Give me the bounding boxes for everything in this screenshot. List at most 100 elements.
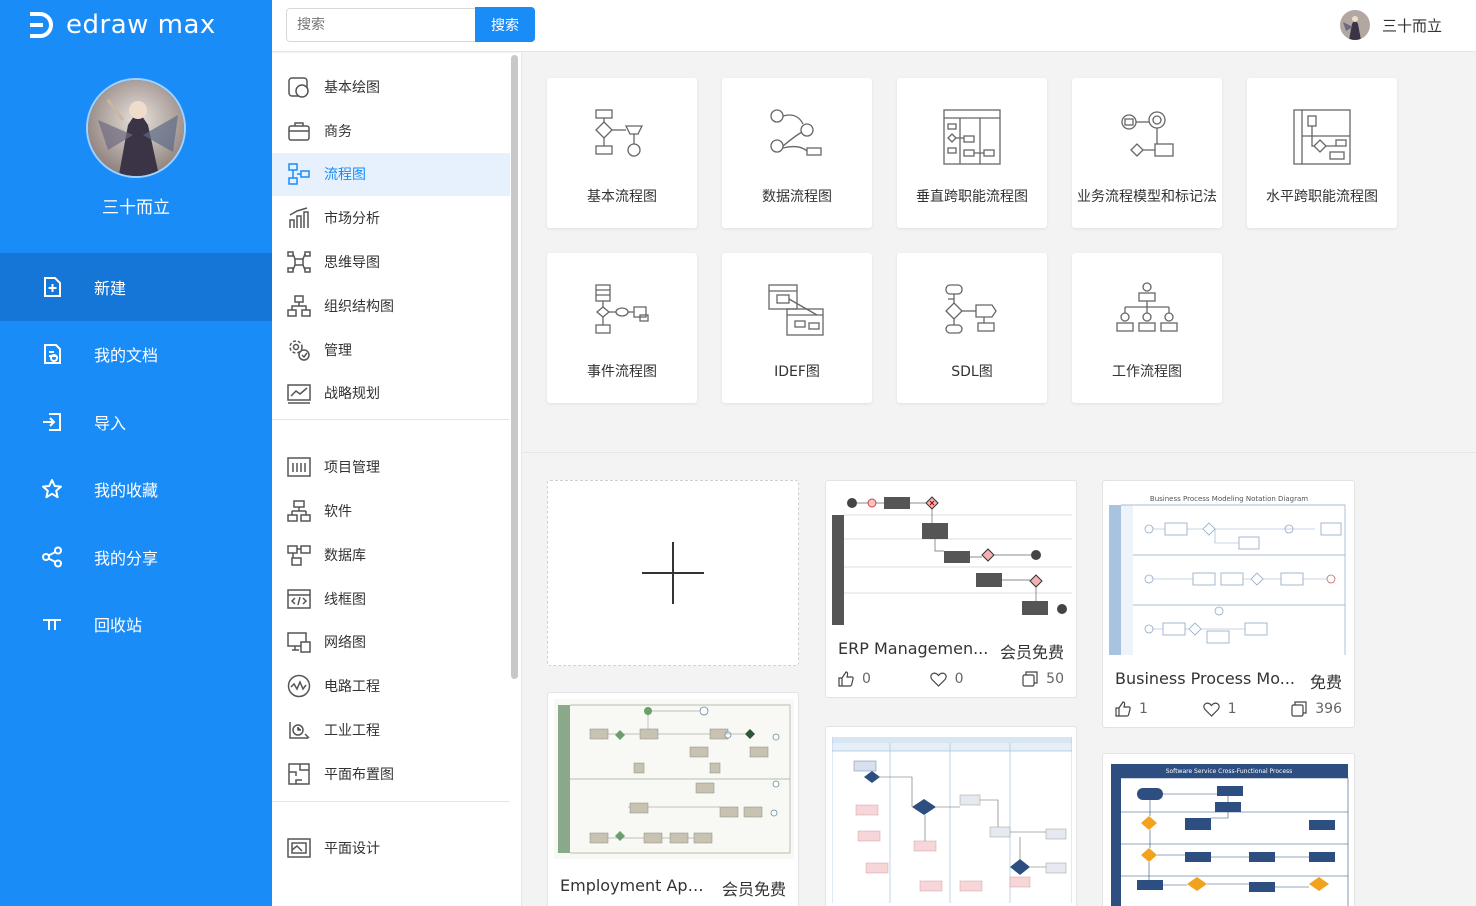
category-scrollbar[interactable] <box>511 55 518 679</box>
category-industrial[interactable]: 工业工程 <box>272 708 510 752</box>
template-gallery: ERP Managemen... 会员免费 0 0 50 Business Pr… <box>523 454 1476 906</box>
category-floor-plan[interactable]: 平面布置图 <box>272 752 510 796</box>
copy-count[interactable]: 50 <box>1022 671 1064 687</box>
type-card-vertical-cross-functional[interactable]: 垂直跨职能流程图 <box>897 78 1047 228</box>
workflow-icon <box>1116 282 1178 332</box>
category-label: 组织结构图 <box>324 298 394 315</box>
template-card-employment[interactable]: Employment App... 会员免费 <box>547 692 799 906</box>
type-card-bpmn[interactable]: 业务流程模型和标记法 <box>1072 78 1222 228</box>
horizontal-swimlane-icon <box>1293 109 1351 165</box>
template-thumbnail <box>831 733 1073 903</box>
type-card-sdl[interactable]: SDL图 <box>897 253 1047 403</box>
category-management[interactable]: 管理 <box>272 328 510 372</box>
type-card-horizontal-cross-functional[interactable]: 水平跨职能流程图 <box>1247 78 1397 228</box>
template-thumbnail <box>554 699 794 859</box>
category-label: 管理 <box>324 342 352 359</box>
type-card-workflow[interactable]: 工作流程图 <box>1072 253 1222 403</box>
category-label: 思维导图 <box>324 255 380 272</box>
data-flowchart-icon <box>770 109 822 156</box>
sidebar-item-label: 回收站 <box>94 616 143 636</box>
template-info: Employment App... 会员免费 <box>548 876 798 900</box>
trash-icon <box>40 612 64 636</box>
search-input[interactable] <box>286 8 476 42</box>
type-card-label: 工作流程图 <box>1112 364 1182 380</box>
type-card-label: 基本流程图 <box>587 189 657 205</box>
template-price-tag: 会员免费 <box>721 880 786 899</box>
swimlane-diagram-thumbnail-icon <box>831 733 1073 903</box>
bpmn-diagram-thumbnail-icon: Business Process Modeling Notation Diagr… <box>1109 487 1350 655</box>
left-sidebar: edraw max 三十而立 新建 我的文档 导入 我的收藏 我的分享 回收站 <box>0 0 272 906</box>
heart-icon <box>929 672 947 687</box>
sidebar-item-import[interactable]: 导入 <box>0 388 272 456</box>
type-card-label: 数据流程图 <box>762 189 832 205</box>
category-database[interactable]: 数据库 <box>272 533 510 577</box>
user-avatar[interactable] <box>86 78 186 178</box>
category-market-analysis[interactable]: 市场分析 <box>272 196 510 240</box>
template-card-business-process[interactable]: Business Process Modeling Notation Diagr… <box>1102 480 1355 728</box>
category-label: 工业工程 <box>324 723 380 740</box>
org-chart-icon <box>286 293 312 319</box>
favorite-count-value: 1 <box>1227 701 1237 717</box>
like-count[interactable]: 1 <box>1115 701 1148 717</box>
copy-count[interactable]: 396 <box>1291 701 1342 717</box>
favorite-count[interactable]: 1 <box>1202 701 1237 717</box>
template-info: Business Process Mo... 免费 <box>1103 669 1354 693</box>
template-price-tag: 会员免费 <box>999 643 1064 662</box>
sidebar-user-name: 三十而立 <box>102 198 170 218</box>
sidebar-item-trash[interactable]: 回收站 <box>0 591 272 659</box>
like-count[interactable]: 0 <box>838 671 871 687</box>
top-user-menu[interactable]: 三十而立 <box>1339 10 1442 40</box>
type-card-event-flowchart[interactable]: 事件流程图 <box>547 253 697 403</box>
sdl-icon <box>945 284 997 334</box>
search-button[interactable]: 搜索 <box>475 7 535 42</box>
software-service-thumbnail-icon: Software Service Cross-Functional Proces… <box>1109 760 1350 906</box>
category-label: 电路工程 <box>324 679 380 696</box>
new-blank-diagram-card[interactable] <box>547 480 799 666</box>
category-strategy[interactable]: 战略规划 <box>272 372 510 416</box>
sidebar-item-favorites[interactable]: 我的收藏 <box>0 456 272 524</box>
erp-diagram-thumbnail-icon <box>832 487 1072 625</box>
category-software[interactable]: 软件 <box>272 489 510 533</box>
category-wireframe[interactable]: 线框图 <box>272 577 510 621</box>
category-basic-drawing[interactable]: 基本绘图 <box>272 65 510 109</box>
thumbs-up-icon <box>1115 701 1131 717</box>
sidebar-item-documents[interactable]: 我的文档 <box>0 321 272 389</box>
favorite-count-value: 0 <box>954 671 964 687</box>
template-card-software-service[interactable]: Software Service Cross-Functional Proces… <box>1102 753 1355 906</box>
type-card-label: 水平跨职能流程图 <box>1266 189 1378 205</box>
category-label: 平面设计 <box>324 840 380 857</box>
category-label: 基本绘图 <box>324 79 380 96</box>
category-project-management[interactable]: 项目管理 <box>272 445 510 489</box>
code-window-icon <box>286 586 312 612</box>
template-card-swimlane[interactable] <box>825 726 1077 906</box>
category-circuit[interactable]: 电路工程 <box>272 664 510 708</box>
template-title: Business Process Mo... <box>1115 669 1295 688</box>
category-org-chart[interactable]: 组织结构图 <box>272 284 510 328</box>
sidebar-item-shared[interactable]: 我的分享 <box>0 523 272 591</box>
category-label: 战略规划 <box>324 386 380 403</box>
basic-shapes-icon <box>286 74 312 100</box>
sidebar-nav: 新建 我的文档 导入 我的收藏 我的分享 回收站 <box>0 253 272 658</box>
bar-chart-icon <box>286 205 312 231</box>
category-mind-map[interactable]: 思维导图 <box>272 240 510 284</box>
category-flowchart[interactable]: 流程图 <box>272 152 510 197</box>
type-card-data-flowchart[interactable]: 数据流程图 <box>722 78 872 228</box>
favorite-count[interactable]: 0 <box>929 671 964 687</box>
copy-icon <box>1291 701 1307 717</box>
sidebar-item-new[interactable]: 新建 <box>0 253 272 321</box>
import-icon <box>40 410 64 434</box>
sidebar-item-label: 我的分享 <box>94 548 159 568</box>
type-card-idef[interactable]: IDEF图 <box>722 253 872 403</box>
category-label: 数据库 <box>324 547 366 564</box>
template-card-erp[interactable]: ERP Managemen... 会员免费 0 0 50 <box>825 480 1077 698</box>
share-icon <box>40 545 64 569</box>
category-network[interactable]: 网络图 <box>272 621 510 665</box>
category-graphic-design[interactable]: 平面设计 <box>272 826 510 870</box>
template-stats: 0 0 50 <box>826 671 1076 687</box>
brand-logo[interactable]: edraw max <box>26 8 216 42</box>
type-card-basic-flowchart[interactable]: 基本流程图 <box>547 78 697 228</box>
category-business[interactable]: 商务 <box>272 109 510 153</box>
template-title: Employment App... <box>560 876 710 895</box>
sidebar-item-label: 导入 <box>94 413 127 433</box>
documents-icon <box>40 342 64 366</box>
